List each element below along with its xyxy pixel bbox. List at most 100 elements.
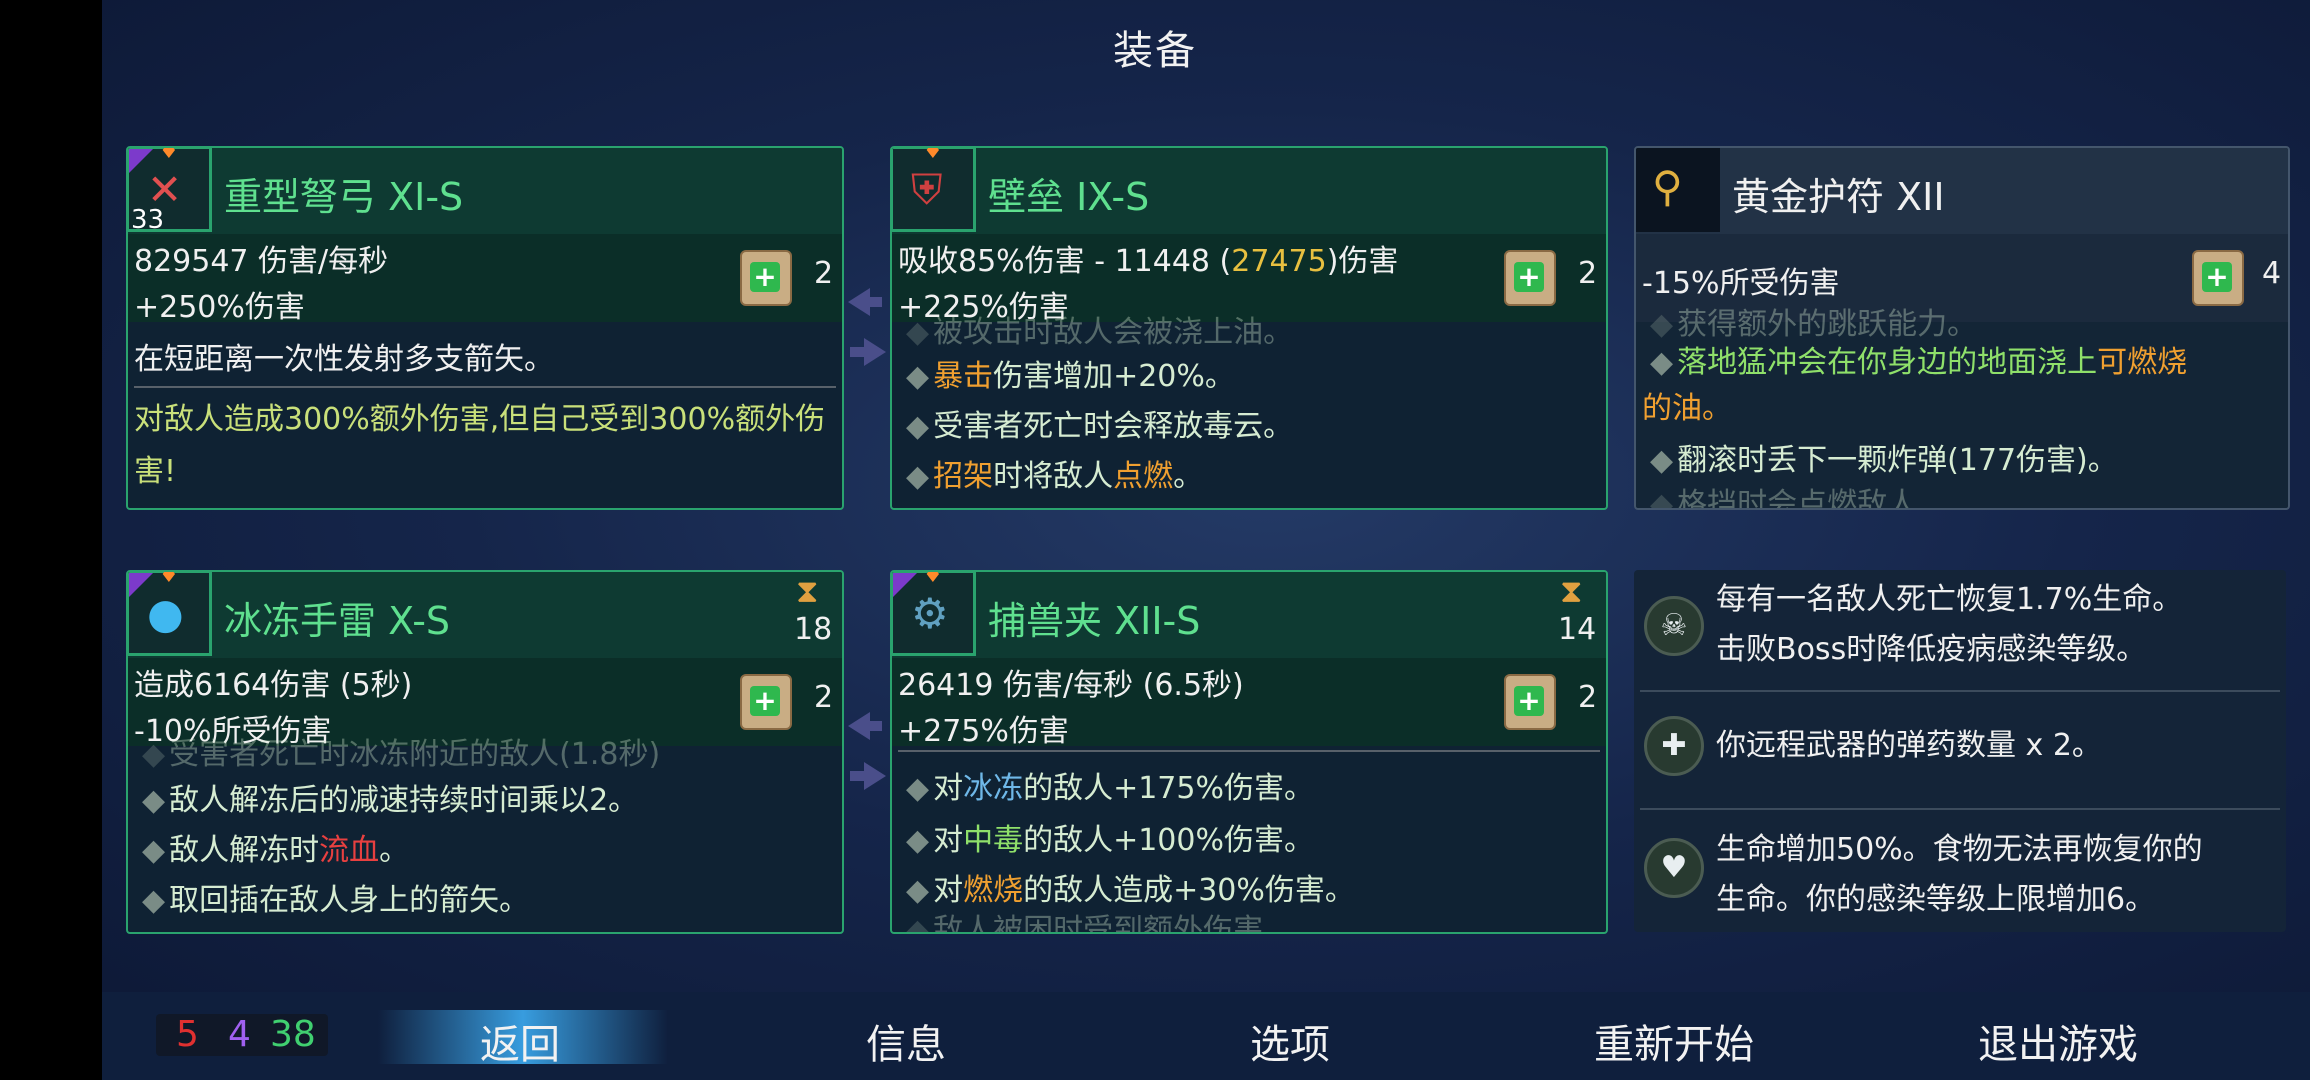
stats-panel: 吸收85%伤害 - 11448 (27475)伤害 +225%伤害 + 2 — [892, 234, 1606, 325]
weapon-icon-frame: ♦ ⛨ — [892, 146, 976, 232]
mutation-text: 生命。你的感染等级上限增加6。 — [1716, 882, 2156, 917]
flame-icon: ♦ — [923, 570, 943, 588]
affix-line-partial: ◆ 敌人被困时受到额外伤害 — [906, 913, 1264, 934]
weapon-icon-frame: ♦ ✕ 33 — [128, 146, 212, 235]
page-title: 装备 — [1113, 28, 1197, 74]
affix-line-partial: ◆ 获得额外的跳跃能力。 — [1650, 307, 1978, 342]
mutations-panel: ☠ 每有一名敌人死亡恢复1.7%生命。 击败Boss时降低疫病感染等级。 ✚ 你… — [1634, 570, 2286, 932]
item-name: 捕兽夹 XII-S — [988, 599, 1201, 643]
skill-icon-frame: ♦ ● — [128, 570, 212, 656]
affix-line: ◆ 暴击伤害增加+20%。 — [906, 359, 1235, 394]
damage-bonus: +275%伤害 — [898, 714, 1069, 749]
shield-icon: ⛨ — [911, 165, 943, 214]
stats-panel: 造成6164伤害 (5秒) -10%所受伤害 + 2 — [128, 658, 842, 749]
affix-line: ◆ 对冰冻的敌人+175%伤害。 — [906, 771, 1314, 806]
ammo-mutation-icon[interactable]: ✚ — [1644, 716, 1704, 776]
stats-panel: 829547 伤害/每秒 +250%伤害 + 2 — [128, 234, 842, 325]
scroll-count: 2 — [814, 680, 834, 715]
card-header: ♦ ⛨ 壁垒 IX-S — [892, 148, 1606, 234]
swap-arrow-bar — [850, 347, 864, 357]
amulet-icon: ⚲ — [1652, 162, 1683, 211]
affix-line: ◆ 翻滚时丢下一颗炸弹(177伤害)。 — [1650, 443, 2118, 478]
card-header: ⚲ 黄金护符 XII — [1636, 148, 2288, 234]
affix-line-partial: ◆ 格挡时会点燃敌人 — [1650, 487, 1918, 510]
stats-panel: 26419 伤害/每秒 (6.5秒) +275%伤害 + 2 — [892, 658, 1606, 749]
divider — [1640, 690, 2280, 692]
menu-options-button[interactable]: 选项 — [1250, 1012, 1330, 1070]
purple-scroll-count: 4 — [228, 1014, 251, 1055]
affix-line-partial: ◆ 被攻击时敌人会被浇上油。 — [906, 315, 1294, 350]
scroll-count: 2 — [1578, 256, 1598, 291]
scroll-count: 4 — [2262, 256, 2282, 291]
vitality-mutation-icon[interactable]: ♥ — [1644, 838, 1704, 898]
fang-mutation-icon[interactable]: ☠ — [1644, 596, 1704, 656]
mutation-text: 每有一名敌人死亡恢复1.7%生命。 — [1716, 582, 2183, 617]
scroll-icon: + — [740, 250, 792, 306]
affix-line: ◆ 敌人解冻时流血。 — [142, 833, 410, 868]
flame-icon: ♦ — [159, 570, 179, 588]
affix-line: ◆ 敌人解冻后的减速持续时间乘以2。 — [142, 783, 639, 818]
curse-effect: 对敌人造成300%额外伤害,但自己受到300%额外伤害! — [134, 402, 826, 489]
swap-arrow-bar — [868, 721, 882, 731]
menu-back-button[interactable]: 返回 — [480, 1012, 560, 1070]
scroll-counters: 5 4 38 — [156, 1014, 328, 1056]
red-scroll-count: 5 — [176, 1014, 199, 1055]
affix-line: ◆ 取回插在敌人身上的箭矢。 — [142, 883, 530, 918]
hourglass-icon: ⧗ — [796, 572, 819, 610]
item-description: 在短距离一次性发射多支箭矢。 — [134, 342, 554, 377]
cooldown-value: 14 — [1558, 612, 1597, 647]
affix-line-cont: 的油。 — [1642, 391, 1732, 426]
swap-left-arrow-icon[interactable] — [848, 288, 870, 316]
green-scroll-count: 38 — [270, 1014, 316, 1055]
damage-bonus: +250%伤害 — [134, 290, 305, 325]
mutation-text: 生命增加50%。食物无法再恢复你的 — [1716, 832, 2203, 867]
ice-grenade-icon: ● — [147, 589, 184, 638]
swap-left-arrow-icon[interactable] — [848, 712, 870, 740]
skill-icon-frame: ♦ ⚙ — [892, 570, 976, 656]
skill-card-wolf-trap[interactable]: ♦ ⚙ 捕兽夹 XII-S ⧗ 14 26419 伤害/每秒 (6.5秒) +2… — [890, 570, 1608, 934]
affix-line: ◆ 对中毒的敌人+100%伤害。 — [906, 823, 1314, 858]
affix-line: ◆ 落地猛冲会在你身边的地面浇上可燃烧 — [1650, 345, 2188, 380]
cooldown-value: 18 — [794, 612, 833, 647]
item-level: 33 — [131, 205, 165, 235]
flame-icon: ♦ — [923, 146, 943, 164]
dps-stat: 829547 伤害/每秒 — [134, 244, 389, 279]
weapon-card-rampart[interactable]: ♦ ⛨ 壁垒 IX-S 吸收85%伤害 - 11448 (27475)伤害 +2… — [890, 146, 1608, 510]
affix-line: ◆ 对燃烧的敌人造成+30%伤害。 — [906, 873, 1355, 908]
skill-card-ice-grenade[interactable]: ♦ ● 冰冻手雷 X-S ⧗ 18 造成6164伤害 (5秒) -10%所受伤害… — [126, 570, 844, 934]
flame-icon: ♦ — [159, 146, 179, 164]
trap-icon: ⚙ — [911, 589, 949, 638]
mutation-text: 击败Boss时降低疫病感染等级。 — [1716, 632, 2147, 667]
divider — [1640, 808, 2280, 810]
card-header: ♦ ● 冰冻手雷 X-S ⧗ 18 — [128, 572, 842, 658]
scroll-icon: + — [1504, 250, 1556, 306]
scroll-icon: + — [1504, 674, 1556, 730]
hourglass-icon: ⧗ — [1560, 572, 1583, 610]
left-black-bar — [0, 0, 102, 1080]
menu-restart-button[interactable]: 重新开始 — [1594, 1012, 1754, 1070]
mutation-text: 你远程武器的弹药数量 x 2。 — [1716, 728, 2102, 763]
item-name: 重型弩弓 XI-S — [224, 175, 464, 219]
affix-line: ◆ 受害者死亡时会释放毒云。 — [906, 409, 1294, 444]
amulet-icon-frame: ⚲ — [1636, 148, 1720, 232]
amulet-card[interactable]: ⚲ 黄金护符 XII -15%所受伤害 + 4 ◆ 获得额外的跳跃能力。 ◆ 落地猛… — [1634, 146, 2290, 510]
scroll-icon: + — [740, 674, 792, 730]
divider — [898, 750, 1600, 752]
scroll-count: 2 — [814, 256, 834, 291]
menu-quit-button[interactable]: 退出游戏 — [1978, 1012, 2138, 1070]
menu-info-button[interactable]: 信息 — [866, 1012, 946, 1070]
affix-line-partial: ◆ 受害者死亡时冰冻附近的敌人(1.8秒) — [142, 737, 661, 772]
weapon-card-crossbow[interactable]: ♦ ✕ 33 重型弩弓 XI-S 829547 伤害/每秒 +250%伤害 + … — [126, 146, 844, 510]
swap-right-arrow-icon[interactable] — [864, 762, 886, 790]
damage-stat: 造成6164伤害 (5秒) — [134, 668, 413, 703]
item-name: 壁垒 IX-S — [988, 175, 1150, 219]
swap-arrow-bar — [850, 771, 864, 781]
swap-right-arrow-icon[interactable] — [864, 338, 886, 366]
swap-arrow-bar — [868, 297, 882, 307]
scroll-icon: + — [2192, 250, 2244, 306]
card-header: ♦ ✕ 33 重型弩弓 XI-S — [128, 146, 842, 235]
dps-stat: 26419 伤害/每秒 (6.5秒) — [898, 668, 1244, 703]
divider — [134, 386, 836, 388]
item-name: 冰冻手雷 X-S — [224, 599, 451, 643]
scroll-count: 2 — [1578, 680, 1598, 715]
